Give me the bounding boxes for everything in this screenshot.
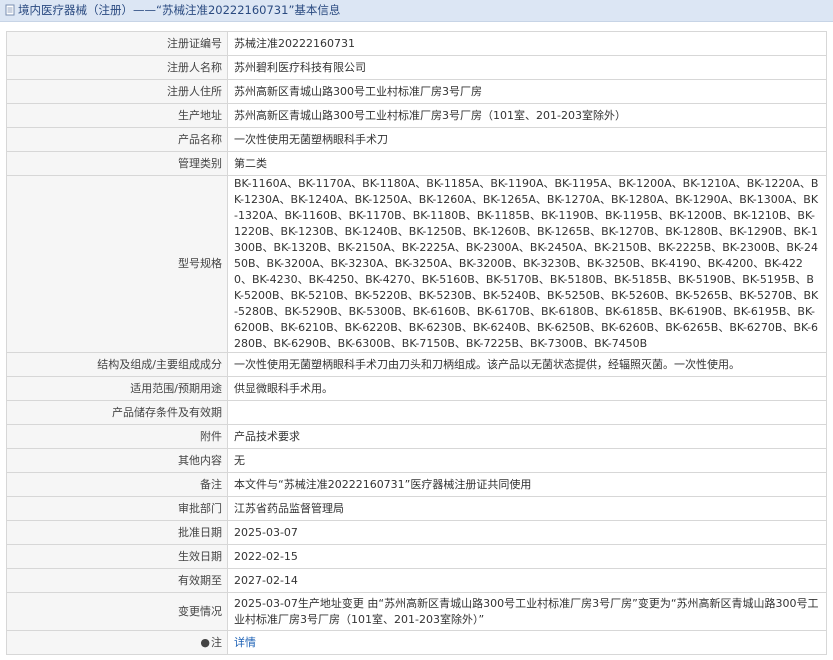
field-label-note: ●注 (6, 630, 228, 655)
field-value-approval-dept: 江苏省药品监督管理局 (227, 496, 827, 521)
table-row: 管理类别 第二类 (6, 151, 827, 176)
field-value-production-address: 苏州高新区青城山路300号工业村标准厂房3号厂房（101室、201-203室除外… (227, 103, 827, 128)
field-value-storage (227, 400, 827, 425)
field-label-production-address: 生产地址 (6, 103, 228, 128)
field-label-intended-use: 适用范围/预期用途 (6, 376, 228, 401)
field-label-product-name: 产品名称 (6, 127, 228, 152)
table-row: 其他内容 无 (6, 448, 827, 473)
field-label-model-spec: 型号规格 (6, 175, 228, 353)
pin-icon: ● (200, 635, 210, 649)
field-label-other: 其他内容 (6, 448, 228, 473)
note-label: 注 (211, 635, 222, 649)
field-value-other: 无 (227, 448, 827, 473)
detail-table: 注册证编号 苏械注准20222160731 注册人名称 苏州碧利医疗科技有限公司… (6, 31, 827, 655)
field-label-remark: 备注 (6, 472, 228, 497)
table-row: 审批部门 江苏省药品监督管理局 (6, 496, 827, 521)
field-label-registrant-address: 注册人住所 (6, 79, 228, 104)
field-label-registrant: 注册人名称 (6, 55, 228, 80)
field-value-changes: 2025-03-07生产地址变更 由“苏州高新区青城山路300号工业村标准厂房3… (227, 592, 827, 631)
table-row: 有效期至 2027-02-14 (6, 568, 827, 593)
field-value-intended-use: 供显微眼科手术用。 (227, 376, 827, 401)
table-row: 型号规格 BK-1160A、BK-1170A、BK-1180A、BK-1185A… (6, 175, 827, 353)
field-value-model-spec: BK-1160A、BK-1170A、BK-1180A、BK-1185A、BK-1… (227, 175, 827, 353)
field-value-registrant-address: 苏州高新区青城山路300号工业村标准厂房3号厂房 (227, 79, 827, 104)
field-label-approval-dept: 审批部门 (6, 496, 228, 521)
table-row: 附件 产品技术要求 (6, 424, 827, 449)
field-label-approval-date: 批准日期 (6, 520, 228, 545)
table-row: 注册人住所 苏州高新区青城山路300号工业村标准厂房3号厂房 (6, 79, 827, 104)
field-value-approval-date: 2025-03-07 (227, 520, 827, 545)
table-row: 适用范围/预期用途 供显微眼科手术用。 (6, 376, 827, 401)
field-value-note: 详情 (227, 630, 827, 655)
field-label-composition: 结构及组成/主要组成成分 (6, 352, 228, 377)
field-value-attachment: 产品技术要求 (227, 424, 827, 449)
details-link[interactable]: 详情 (234, 636, 256, 649)
field-label-reg-no: 注册证编号 (6, 31, 228, 56)
field-value-reg-no: 苏械注准20222160731 (227, 31, 827, 56)
page-title: 境内医疗器械（注册）——“苏械注准20222160731”基本信息 (18, 3, 341, 17)
field-label-expiry-date: 有效期至 (6, 568, 228, 593)
table-row: ●注 详情 (6, 630, 827, 655)
detail-panel: 注册证编号 苏械注准20222160731 注册人名称 苏州碧利医疗科技有限公司… (6, 31, 827, 655)
field-value-category: 第二类 (227, 151, 827, 176)
table-row: 注册证编号 苏械注准20222160731 (6, 31, 827, 56)
table-row: 注册人名称 苏州碧利医疗科技有限公司 (6, 55, 827, 80)
table-row: 产品名称 一次性使用无菌塑柄眼科手术刀 (6, 127, 827, 152)
table-row: 生效日期 2022-02-15 (6, 544, 827, 569)
field-value-remark: 本文件与“苏械注准20222160731”医疗器械注册证共同使用 (227, 472, 827, 497)
document-icon (5, 4, 15, 16)
page-header: 境内医疗器械（注册）——“苏械注准20222160731”基本信息 (0, 0, 833, 22)
table-row: 备注 本文件与“苏械注准20222160731”医疗器械注册证共同使用 (6, 472, 827, 497)
table-row: 生产地址 苏州高新区青城山路300号工业村标准厂房3号厂房（101室、201-2… (6, 103, 827, 128)
field-label-changes: 变更情况 (6, 592, 228, 631)
field-label-effective-date: 生效日期 (6, 544, 228, 569)
table-row: 结构及组成/主要组成成分 一次性使用无菌塑柄眼科手术刀由刀头和刀柄组成。该产品以… (6, 352, 827, 377)
field-value-registrant: 苏州碧利医疗科技有限公司 (227, 55, 827, 80)
field-value-product-name: 一次性使用无菌塑柄眼科手术刀 (227, 127, 827, 152)
field-label-attachment: 附件 (6, 424, 228, 449)
field-label-category: 管理类别 (6, 151, 228, 176)
table-row: 批准日期 2025-03-07 (6, 520, 827, 545)
field-value-composition: 一次性使用无菌塑柄眼科手术刀由刀头和刀柄组成。该产品以无菌状态提供，经辐照灭菌。… (227, 352, 827, 377)
field-value-effective-date: 2022-02-15 (227, 544, 827, 569)
field-label-storage: 产品储存条件及有效期 (6, 400, 228, 425)
field-value-expiry-date: 2027-02-14 (227, 568, 827, 593)
table-row: 产品储存条件及有效期 (6, 400, 827, 425)
table-row: 变更情况 2025-03-07生产地址变更 由“苏州高新区青城山路300号工业村… (6, 592, 827, 631)
